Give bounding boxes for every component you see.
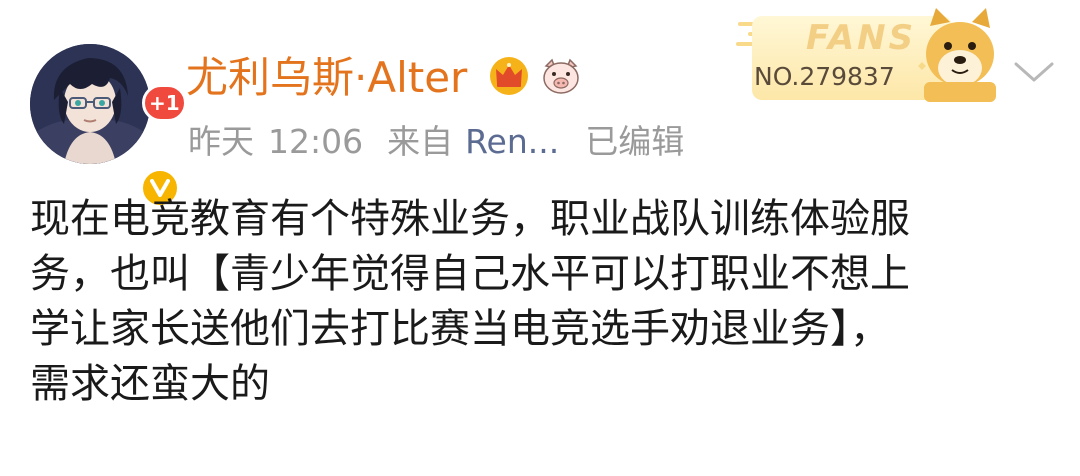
pig-face-icon[interactable] [540,56,582,96]
post-meta: 昨天 12:06 来自 Ren... 已编辑 [188,120,684,164]
notification-badge: +1 [142,84,187,122]
post-text-line: 需求还蛮大的 [30,361,270,407]
avatar-image [30,44,150,164]
fans-label: FANS [806,18,917,58]
doge-icon [916,6,1004,102]
post-text-line: 务，也叫【青少年觉得自己水平可以打职业不想上 [30,251,910,297]
weibo-post: +1 尤利乌斯·Alter 昨天 12:06 来自 Ren... 已编辑 FAN… [0,0,1080,476]
avatar[interactable]: +1 [30,44,187,208]
crown-badge-icon[interactable] [488,56,530,96]
username[interactable]: 尤利乌斯·Alter [186,52,467,104]
post-day: 昨天 [188,122,254,161]
post-source-link[interactable]: Ren... [465,120,559,164]
chevron-down-icon[interactable] [1012,58,1056,88]
fans-card[interactable]: FANS NO.279837 [736,6,1004,102]
post-text-line: 现在电竞教育有个特殊业务，职业战队训练体验服 [30,196,910,242]
post-content: 现在电竞教育有个特殊业务，职业战队训练体验服 务，也叫【青少年觉得自己水平可以打… [30,192,1050,412]
fans-number: NO.279837 [754,62,895,91]
post-time: 12:06 [268,122,364,161]
edited-label[interactable]: 已编辑 [585,120,684,164]
post-text-line: 学让家长送他们去打比赛当电竞选手劝退业务】， [30,306,890,352]
post-from-label: 来自 [387,122,454,161]
